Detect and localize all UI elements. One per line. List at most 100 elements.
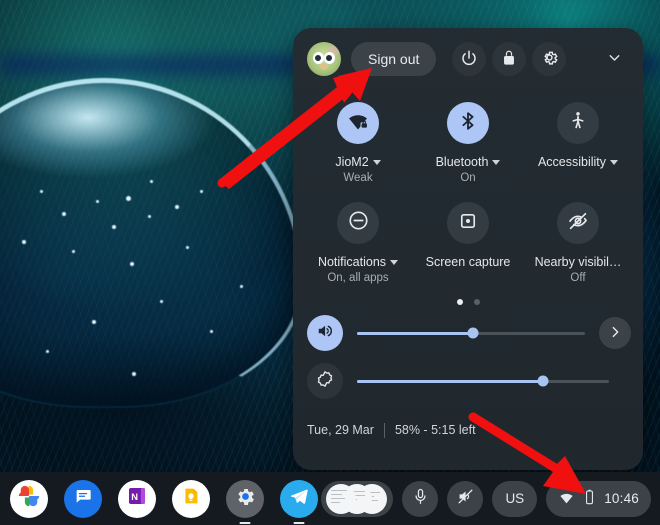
collapse-panel-button[interactable]	[599, 44, 629, 74]
window-previews-button[interactable]	[321, 480, 394, 517]
tile-bluetooth-icon-bg	[447, 102, 489, 144]
quick-settings-tile-grid: JioM2 Weak Bluetooth On Accessibility No…	[293, 90, 643, 290]
chevron-down-icon[interactable]	[610, 160, 619, 165]
sparkle	[200, 190, 203, 193]
tile-network[interactable]: JioM2 Weak	[303, 96, 413, 190]
tile-notifications-label-row: Notifications	[317, 255, 399, 270]
sparkle	[186, 246, 189, 249]
sparkle	[150, 180, 153, 183]
sparkle	[160, 300, 163, 303]
brightness-slider-track[interactable]	[357, 375, 609, 387]
page-indicator	[293, 299, 643, 309]
svg-text:N: N	[131, 491, 138, 502]
bluetooth-icon	[457, 110, 479, 137]
tile-bluetooth-label: Bluetooth	[435, 155, 489, 169]
chevron-down-icon	[606, 49, 623, 69]
shelf-app-telegram[interactable]	[280, 479, 318, 524]
brightness-slider-thumb[interactable]	[537, 375, 549, 387]
brightness-button[interactable]	[307, 363, 343, 399]
sparkle	[96, 200, 99, 203]
sign-out-button[interactable]: Sign out	[351, 42, 437, 76]
chevron-right-icon	[607, 324, 623, 343]
tile-network-label: JioM2	[335, 155, 369, 169]
audio-settings-button[interactable]	[599, 317, 631, 349]
brightness-slider-row	[293, 357, 643, 405]
tile-screen-capture-label: Screen capture	[425, 255, 511, 269]
tile-screen-capture[interactable]: Screen capture	[413, 196, 523, 290]
sparkle	[240, 285, 243, 288]
shelf-app-photos[interactable]	[10, 479, 48, 518]
system-tray-button[interactable]: 10:46	[546, 480, 651, 517]
tile-bluetooth-sublabel: On	[460, 172, 476, 184]
microphone-icon	[411, 487, 430, 511]
footer-divider	[383, 422, 385, 438]
google-photos-icon	[16, 483, 42, 514]
brightness-slider-fill	[357, 379, 544, 383]
lock-icon	[500, 49, 518, 70]
page-dot-1[interactable]	[456, 299, 463, 305]
tile-network-sublabel: Weak	[343, 172, 373, 184]
shelf-app-list: N	[10, 479, 318, 524]
audio-button[interactable]	[447, 480, 484, 517]
tile-accessibility[interactable]: Accessibility	[523, 96, 633, 190]
lock-button[interactable]	[492, 42, 527, 76]
screen-capture-icon	[457, 210, 479, 237]
battery-label[interactable]: 58% - 5:15 left	[395, 423, 476, 437]
avatar-pupil-right	[326, 55, 332, 61]
brightness-icon	[315, 369, 335, 394]
settings-button[interactable]	[532, 42, 567, 76]
tile-notifications-sublabel: On, all apps	[327, 272, 389, 284]
sparkle	[148, 215, 151, 218]
tile-bluetooth[interactable]: Bluetooth On	[413, 96, 523, 190]
tile-accessibility-label-row: Accessibility	[538, 155, 619, 170]
sparkle	[72, 250, 75, 253]
microphone-button[interactable]	[402, 480, 439, 517]
app-open-indicator	[239, 521, 251, 524]
volume-slider-track[interactable]	[357, 327, 585, 339]
app-open-indicator	[293, 521, 305, 524]
volume-slider-thumb[interactable]	[467, 327, 479, 339]
sparkle	[130, 262, 134, 266]
sparkle	[112, 225, 116, 229]
shelf-app-keep[interactable]	[172, 479, 210, 518]
sparkle	[62, 212, 66, 216]
tile-accessibility-icon-bg	[557, 102, 599, 144]
chromeos-desktop: Sign out JioM2 Weak Bluetooth On Accessi…	[0, 0, 660, 525]
shelf: N US 10:46	[0, 472, 660, 525]
date-label[interactable]: Tue, 29 Mar	[307, 423, 374, 437]
tile-nearby-visibility[interactable]: Nearby visibil… Off	[523, 196, 633, 290]
power-icon	[460, 49, 478, 70]
chevron-down-icon[interactable]	[372, 160, 381, 165]
shelf-app-settings[interactable]	[226, 479, 264, 524]
keyboard-layout-label: US	[505, 491, 525, 506]
chevron-down-icon[interactable]	[390, 260, 399, 265]
sparkle	[126, 196, 131, 201]
avatar-beak	[320, 64, 328, 70]
chevron-down-icon[interactable]	[492, 160, 501, 165]
keyboard-layout-button[interactable]: US	[492, 480, 538, 517]
window-preview-pane	[326, 483, 357, 514]
tile-nearby-label: Nearby visibil…	[534, 255, 622, 269]
quick-settings-panel: Sign out JioM2 Weak Bluetooth On Accessi…	[293, 28, 643, 470]
power-button[interactable]	[452, 42, 487, 76]
accessibility-icon	[567, 110, 589, 137]
user-avatar[interactable]	[307, 42, 341, 76]
page-dot-2[interactable]	[473, 299, 480, 305]
tile-notifications-label: Notifications	[317, 255, 387, 269]
tile-notifications[interactable]: Notifications On, all apps	[303, 196, 413, 290]
do-not-disturb-icon	[347, 209, 370, 237]
tile-nearby-sublabel: Off	[570, 272, 586, 284]
wifi-locked-icon	[346, 109, 370, 138]
sparkle	[40, 190, 43, 193]
sparkle	[92, 320, 96, 324]
shelf-status-area: US 10:46	[321, 480, 651, 517]
volume-button[interactable]	[307, 315, 343, 351]
google-keep-icon	[179, 484, 203, 513]
tile-notifications-icon-bg	[337, 202, 379, 244]
onenote-icon: N	[125, 484, 149, 513]
shelf-app-messages[interactable]	[64, 479, 102, 518]
quick-settings-footer: Tue, 29 Mar 58% - 5:15 left	[293, 413, 643, 447]
eye-off-icon	[566, 209, 590, 238]
shelf-app-onenote[interactable]: N	[118, 479, 156, 518]
tile-nearby-label-row: Nearby visibil…	[535, 255, 622, 270]
